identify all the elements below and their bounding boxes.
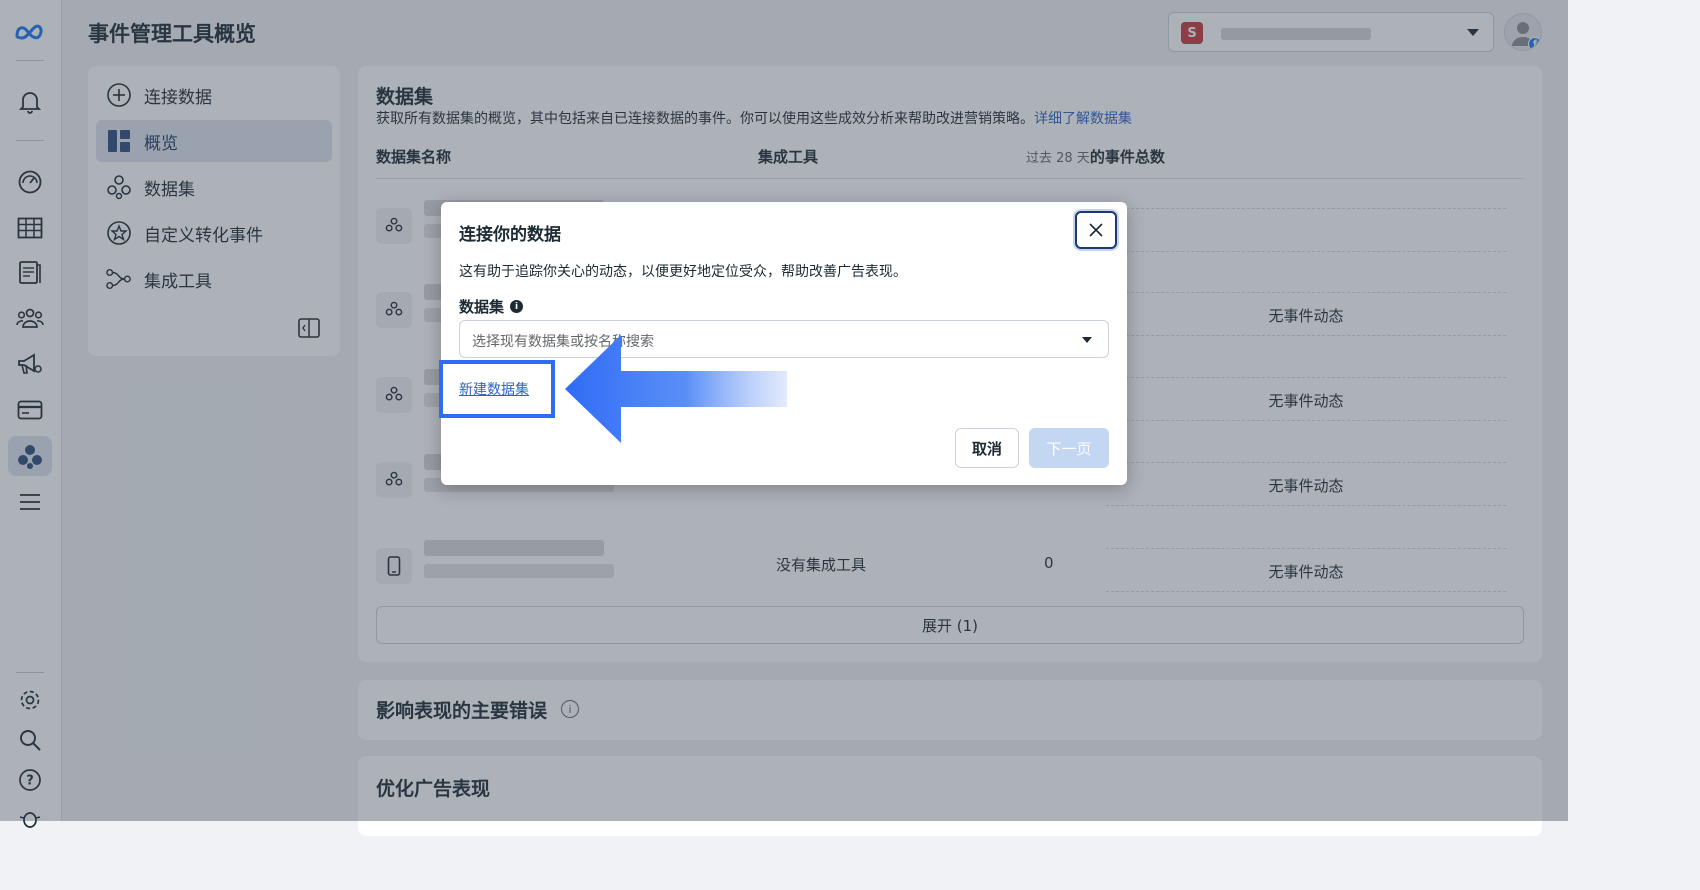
pointer-arrow-icon xyxy=(565,335,787,443)
highlight-box xyxy=(439,360,555,418)
info-icon[interactable]: i xyxy=(510,300,524,313)
close-button[interactable] xyxy=(1075,211,1117,249)
chevron-down-icon xyxy=(1082,337,1092,343)
dialog-title: 连接你的数据 xyxy=(459,225,561,245)
close-icon xyxy=(1089,223,1103,237)
dataset-field-label: 数据集 i xyxy=(459,296,524,317)
dialog-description: 这有助于追踪你关心的动态，以便更好地定位受众，帮助改善广告表现。 xyxy=(459,264,907,280)
next-button[interactable]: 下一页 xyxy=(1029,428,1109,468)
cancel-button[interactable]: 取消 xyxy=(955,428,1019,468)
